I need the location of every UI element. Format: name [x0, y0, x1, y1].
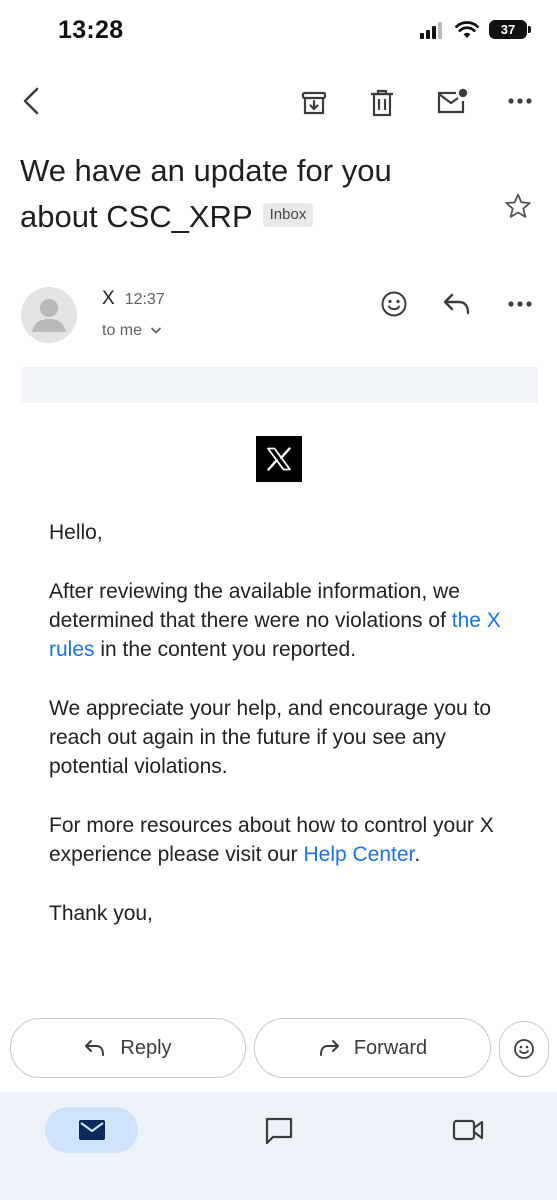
forward-icon [319, 1040, 339, 1056]
subject-line-2: about CSC_XRP [20, 199, 253, 234]
reply-icon[interactable] [442, 292, 472, 316]
reply-icon [85, 1040, 105, 1056]
meet-video-icon [452, 1119, 484, 1141]
signal-icon [420, 21, 442, 39]
sender-name: X [102, 288, 115, 309]
closing: Thank you, [49, 902, 153, 925]
status-icons: 37 [419, 20, 531, 39]
inbox-label[interactable]: Inbox [262, 202, 314, 227]
battery-icon: 37 [489, 20, 531, 39]
more-options-icon[interactable] [508, 97, 532, 105]
emoji-react-button[interactable] [499, 1021, 549, 1077]
emoji-icon [514, 1039, 534, 1059]
nav-chat[interactable] [264, 1116, 294, 1146]
battery-level: 37 [500, 22, 516, 37]
chevron-down-icon [151, 327, 161, 334]
recipient-toggle[interactable]: to me [102, 322, 162, 340]
paragraph-1: After reviewing the available informatio… [49, 580, 501, 661]
mail-icon [78, 1120, 105, 1140]
wifi-icon [455, 20, 479, 38]
paragraph-2: We appreciate your help, and encourage y… [49, 697, 492, 778]
nav-meet[interactable] [452, 1118, 484, 1142]
chat-icon [265, 1117, 293, 1145]
email-subject: We have an update for you about CSC_XRP I… [20, 148, 490, 240]
x-logo [256, 436, 302, 482]
nav-mail[interactable] [45, 1107, 138, 1153]
mark-unread-icon[interactable] [436, 88, 468, 116]
emoji-reaction-icon[interactable] [380, 290, 408, 318]
x-logo-icon [267, 447, 291, 471]
back-arrow-icon[interactable] [18, 86, 44, 116]
recipient-label: to me [102, 322, 143, 339]
delete-icon[interactable] [368, 88, 396, 118]
email-banner [21, 367, 538, 403]
forward-button[interactable]: Forward [254, 1018, 491, 1078]
email-time: 12:37 [124, 291, 165, 308]
forward-label: Forward [353, 1036, 428, 1059]
greeting: Hello, [49, 521, 103, 544]
reply-label: Reply [120, 1036, 172, 1059]
avatar[interactable] [21, 287, 77, 343]
reply-button[interactable]: Reply [10, 1018, 246, 1078]
email-body: Hello, After reviewing the available inf… [49, 518, 519, 958]
sender-info: X 12:37 [102, 288, 165, 310]
archive-icon[interactable] [300, 89, 328, 117]
help-center-link[interactable]: Help Center [303, 843, 414, 866]
star-icon[interactable] [504, 192, 532, 220]
message-more-icon[interactable] [508, 300, 532, 308]
paragraph-3: For more resources about how to control … [49, 814, 494, 866]
subject-line-1: We have an update for you [20, 153, 392, 188]
status-time: 13:28 [58, 16, 124, 44]
